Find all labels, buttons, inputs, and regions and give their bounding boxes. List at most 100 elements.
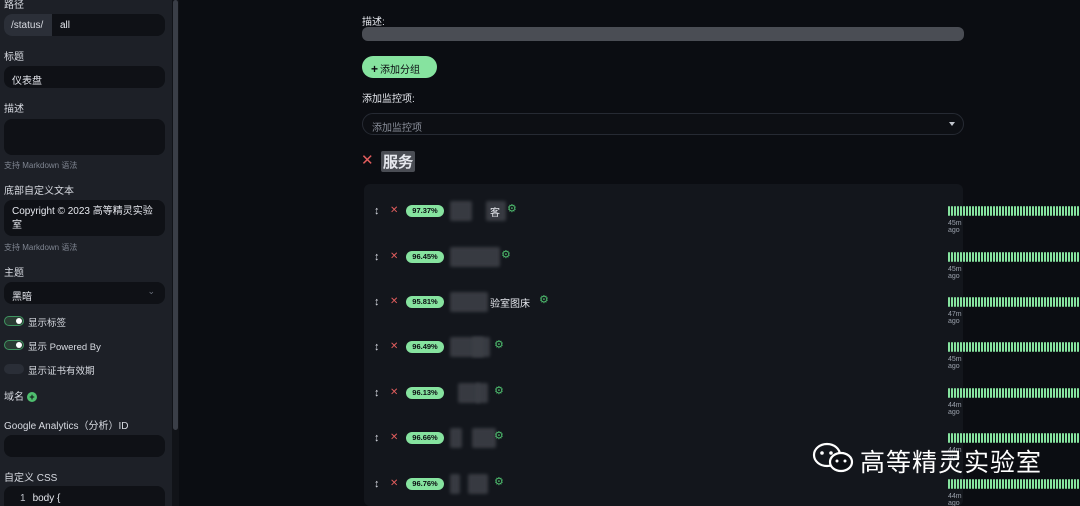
- heartbeat-beat[interactable]: [1068, 206, 1070, 216]
- heartbeat-beat[interactable]: [984, 388, 986, 398]
- heartbeat-beat[interactable]: [960, 479, 962, 489]
- heartbeat-beat[interactable]: [984, 297, 986, 307]
- heartbeat-beat[interactable]: [1014, 297, 1016, 307]
- heartbeat-beat[interactable]: [1041, 388, 1043, 398]
- heartbeat-beat[interactable]: [1050, 252, 1052, 262]
- heartbeat-beat[interactable]: [1014, 342, 1016, 352]
- heartbeat-beat[interactable]: [999, 388, 1001, 398]
- heartbeat-beat[interactable]: [951, 388, 953, 398]
- drag-handle-icon[interactable]: ↕: [374, 341, 380, 353]
- drag-handle-icon[interactable]: ↕: [374, 205, 380, 217]
- heartbeat-beat[interactable]: [1020, 297, 1022, 307]
- heartbeat-beat[interactable]: [1017, 297, 1019, 307]
- heartbeat-beat[interactable]: [954, 206, 956, 216]
- heartbeat-beat[interactable]: [1038, 252, 1040, 262]
- heartbeat-beat[interactable]: [1038, 297, 1040, 307]
- heartbeat-beat[interactable]: [951, 479, 953, 489]
- heartbeat-beat[interactable]: [975, 206, 977, 216]
- heartbeat-beat[interactable]: [1053, 252, 1055, 262]
- heartbeat-beat[interactable]: [1077, 433, 1079, 443]
- heartbeat-beat[interactable]: [1053, 206, 1055, 216]
- heartbeat-beat[interactable]: [1077, 388, 1079, 398]
- heartbeat-beat[interactable]: [963, 388, 965, 398]
- heartbeat-beat[interactable]: [957, 388, 959, 398]
- heartbeat-beat[interactable]: [1056, 297, 1058, 307]
- heartbeat-beat[interactable]: [1029, 479, 1031, 489]
- heartbeat-beat[interactable]: [987, 206, 989, 216]
- heartbeat-beat[interactable]: [987, 388, 989, 398]
- heartbeat-beat[interactable]: [984, 206, 986, 216]
- remove-monitor-icon[interactable]: ✕: [390, 341, 398, 352]
- heartbeat-beat[interactable]: [975, 479, 977, 489]
- heartbeat-beat[interactable]: [963, 206, 965, 216]
- heartbeat-beat[interactable]: [1065, 388, 1067, 398]
- heartbeat-beat[interactable]: [969, 206, 971, 216]
- heartbeat-beat[interactable]: [1023, 479, 1025, 489]
- heartbeat-beat[interactable]: [1041, 479, 1043, 489]
- heartbeat-beat[interactable]: [996, 388, 998, 398]
- show-powered-by-toggle[interactable]: [4, 340, 24, 350]
- heartbeat-beat[interactable]: [996, 252, 998, 262]
- heartbeat-beat[interactable]: [951, 297, 953, 307]
- heartbeat-beat[interactable]: [960, 252, 962, 262]
- heartbeat-beat[interactable]: [1029, 342, 1031, 352]
- add-domain-icon[interactable]: +: [27, 392, 37, 403]
- heartbeat-beat[interactable]: [1011, 297, 1013, 307]
- heartbeat-beat[interactable]: [1002, 297, 1004, 307]
- heartbeat-beat[interactable]: [993, 297, 995, 307]
- heartbeat-beat[interactable]: [1005, 388, 1007, 398]
- heartbeat-beat[interactable]: [1065, 342, 1067, 352]
- heartbeat-beat[interactable]: [1044, 479, 1046, 489]
- heartbeat-beat[interactable]: [990, 342, 992, 352]
- heartbeat-beat[interactable]: [972, 297, 974, 307]
- gear-icon[interactable]: ⚙: [507, 202, 517, 215]
- drag-handle-icon[interactable]: ↕: [374, 251, 380, 263]
- heartbeat-beat[interactable]: [1020, 388, 1022, 398]
- heartbeat-beat[interactable]: [1038, 479, 1040, 489]
- heartbeat-beat[interactable]: [1074, 388, 1076, 398]
- heartbeat-beat[interactable]: [987, 252, 989, 262]
- footer-text-textarea[interactable]: Copyright © 2023 高等精灵实验 室: [4, 200, 165, 236]
- heartbeat-beat[interactable]: [1056, 479, 1058, 489]
- heartbeat-beat[interactable]: [993, 388, 995, 398]
- heartbeat-beat[interactable]: [1044, 388, 1046, 398]
- heartbeat-beat[interactable]: [1059, 433, 1061, 443]
- heartbeat-beat[interactable]: [1002, 388, 1004, 398]
- remove-group-icon[interactable]: ✕: [361, 151, 374, 169]
- heartbeat-beat[interactable]: [1035, 206, 1037, 216]
- remove-monitor-icon[interactable]: ✕: [390, 205, 398, 216]
- show-cert-expiry-toggle[interactable]: [4, 364, 24, 374]
- heartbeat-beat[interactable]: [1011, 388, 1013, 398]
- heartbeat-beat[interactable]: [1056, 252, 1058, 262]
- heartbeat-beat[interactable]: [948, 206, 950, 216]
- heartbeat-beat[interactable]: [1002, 206, 1004, 216]
- heartbeat-beat[interactable]: [1035, 297, 1037, 307]
- drag-handle-icon[interactable]: ↕: [374, 387, 380, 399]
- heartbeat-beat[interactable]: [954, 479, 956, 489]
- heartbeat-beat[interactable]: [1053, 479, 1055, 489]
- heartbeat-beat[interactable]: [1032, 342, 1034, 352]
- heartbeat-beat[interactable]: [1065, 206, 1067, 216]
- heartbeat-beat[interactable]: [1077, 479, 1079, 489]
- heartbeat-beat[interactable]: [1038, 342, 1040, 352]
- heartbeat-beat[interactable]: [990, 388, 992, 398]
- heartbeat-beat[interactable]: [1062, 342, 1064, 352]
- heartbeat-beat[interactable]: [1056, 388, 1058, 398]
- heartbeat-beat[interactable]: [1038, 206, 1040, 216]
- heartbeat-beat[interactable]: [1047, 297, 1049, 307]
- theme-select[interactable]: 黑暗 ⌄: [4, 282, 165, 304]
- heartbeat-beat[interactable]: [1023, 388, 1025, 398]
- google-analytics-input[interactable]: [4, 435, 165, 457]
- heartbeat-beat[interactable]: [1062, 479, 1064, 489]
- heartbeat-beat[interactable]: [1059, 388, 1061, 398]
- heartbeat-beat[interactable]: [990, 479, 992, 489]
- heartbeat-beat[interactable]: [969, 342, 971, 352]
- heartbeat-beat[interactable]: [981, 342, 983, 352]
- heartbeat-beat[interactable]: [1062, 388, 1064, 398]
- heartbeat-beat[interactable]: [969, 252, 971, 262]
- heartbeat-beat[interactable]: [987, 479, 989, 489]
- heartbeat-beat[interactable]: [1035, 342, 1037, 352]
- heartbeat-beat[interactable]: [951, 252, 953, 262]
- heartbeat-beat[interactable]: [1050, 388, 1052, 398]
- heartbeat-beat[interactable]: [1020, 252, 1022, 262]
